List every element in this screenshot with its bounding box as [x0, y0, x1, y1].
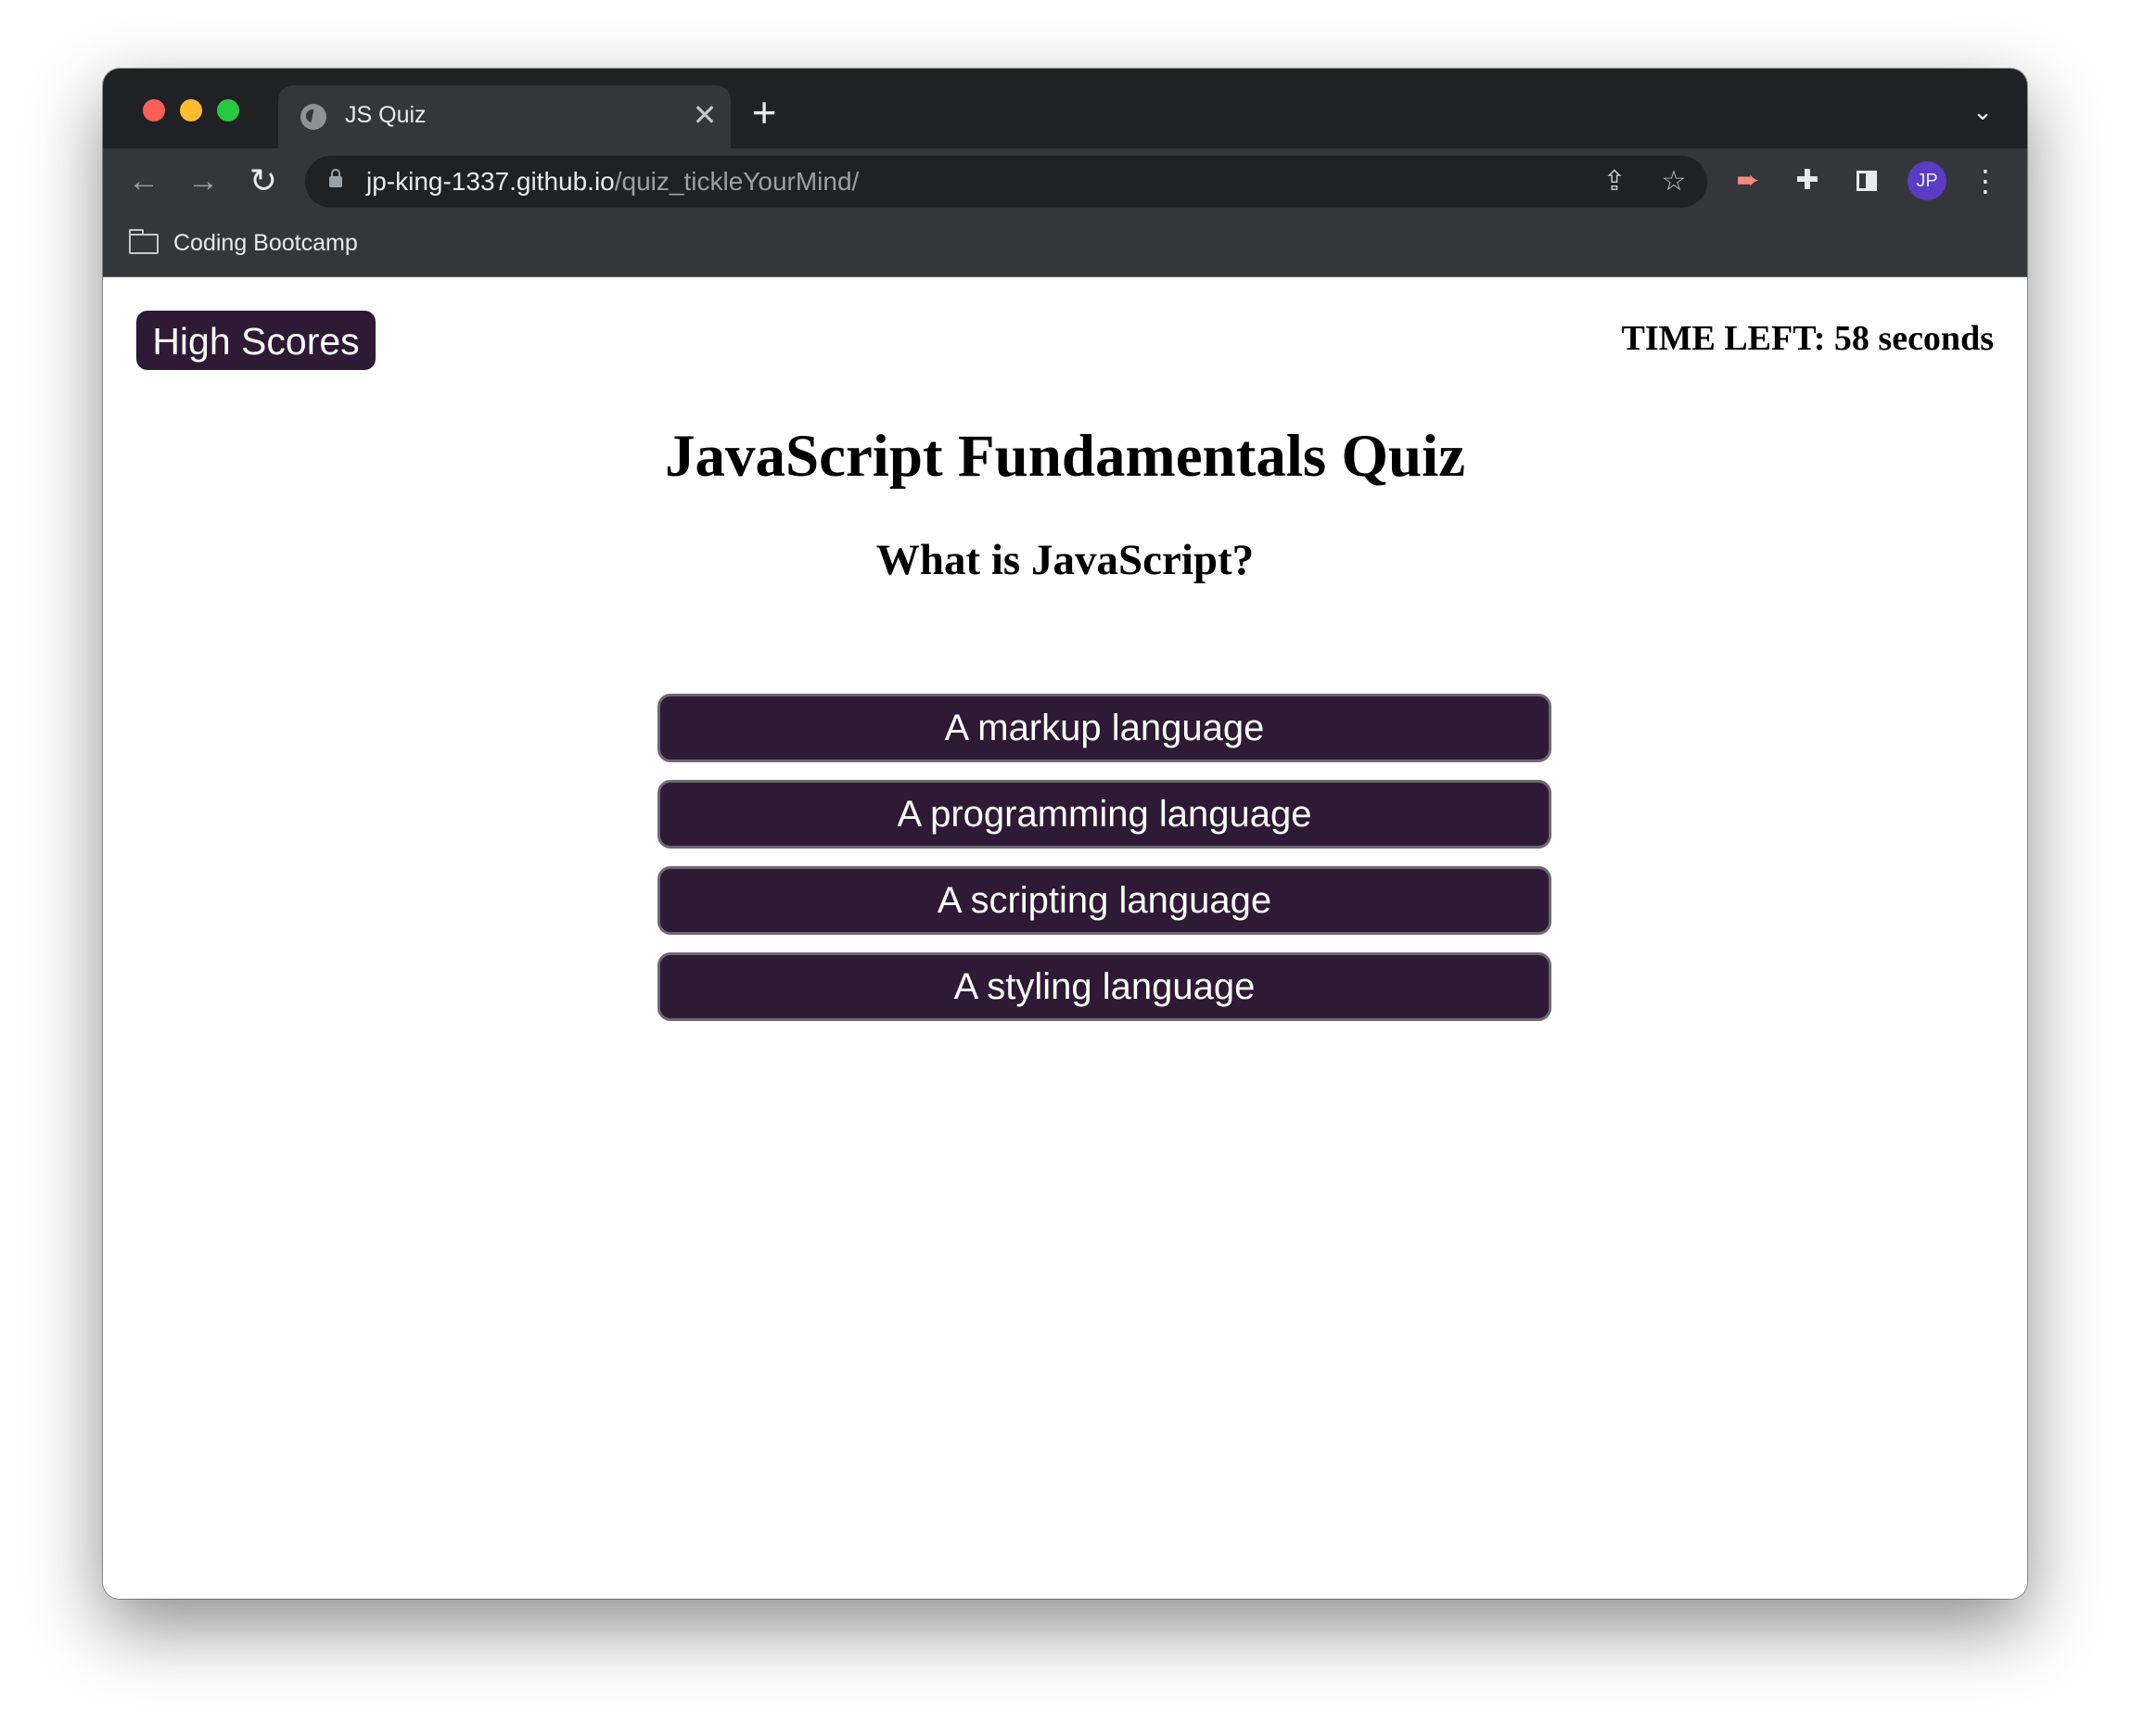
minimize-window-button[interactable] [180, 99, 202, 121]
answer-button[interactable]: A styling language [657, 952, 1551, 1021]
globe-icon [300, 104, 326, 130]
answer-list: A markup language A programming language… [657, 694, 1551, 1039]
bookmarks-bar: Coding Bootcamp [103, 213, 2027, 277]
answer-button[interactable]: A scripting language [657, 866, 1551, 935]
tab-search-chevron-icon[interactable]: ⌄ [1966, 95, 1999, 128]
browser-window: JS Quiz ✕ + ⌄ ← → ↻ jp-king-1337.github.… [103, 69, 2027, 1599]
address-bar[interactable]: jp-king-1337.github.io/quiz_tickleYourMi… [305, 156, 1707, 208]
page-title: JavaScript Fundamentals Quiz [664, 423, 1466, 490]
high-scores-button[interactable]: High Scores [136, 311, 376, 370]
url-text[interactable]: jp-king-1337.github.io/quiz_tickleYourMi… [366, 167, 859, 197]
new-tab-button[interactable]: + [744, 91, 785, 134]
url-path: /quiz_tickleYourMind/ [614, 167, 860, 196]
page-content: High Scores TIME LEFT: 58 seconds JavaSc… [103, 277, 2027, 1599]
puzzle-extensions-icon[interactable]: ✚ [1786, 160, 1829, 202]
maximize-window-button[interactable] [217, 99, 239, 121]
tab-title: JS Quiz [345, 102, 427, 128]
close-window-button[interactable] [143, 99, 165, 121]
answer-button[interactable]: A markup language [657, 694, 1551, 762]
browser-tab[interactable]: JS Quiz ✕ [278, 85, 731, 148]
folder-icon [129, 229, 159, 254]
close-tab-icon[interactable]: ✕ [688, 98, 721, 132]
title-bar: JS Quiz ✕ + ⌄ [103, 69, 2027, 148]
question-text: What is JavaScript? [875, 536, 1255, 584]
bookmark-folder-coding-bootcamp[interactable]: Coding Bootcamp [173, 230, 358, 257]
more-menu-icon[interactable]: ⋮ [1971, 160, 2000, 202]
bookmark-star-icon[interactable]: ☆ [1655, 163, 1692, 200]
forward-arrow-icon[interactable]: → [182, 160, 224, 202]
back-arrow-icon[interactable]: ← [122, 160, 165, 202]
browser-toolbar: ← → ↻ jp-king-1337.github.io/quiz_tickle… [103, 148, 2027, 213]
answer-button[interactable]: A programming language [657, 780, 1551, 849]
reload-icon[interactable]: ↻ [242, 160, 285, 202]
side-panel-icon[interactable] [1845, 160, 1888, 202]
extension-arrow-icon[interactable]: ➨ [1727, 160, 1769, 202]
url-host: jp-king-1337.github.io [366, 167, 615, 196]
lock-icon[interactable] [329, 169, 342, 187]
time-left-display: TIME LEFT: 58 seconds [1621, 319, 1994, 358]
share-icon[interactable]: ⇪ [1596, 163, 1633, 200]
profile-avatar[interactable]: JP [1908, 161, 1946, 200]
